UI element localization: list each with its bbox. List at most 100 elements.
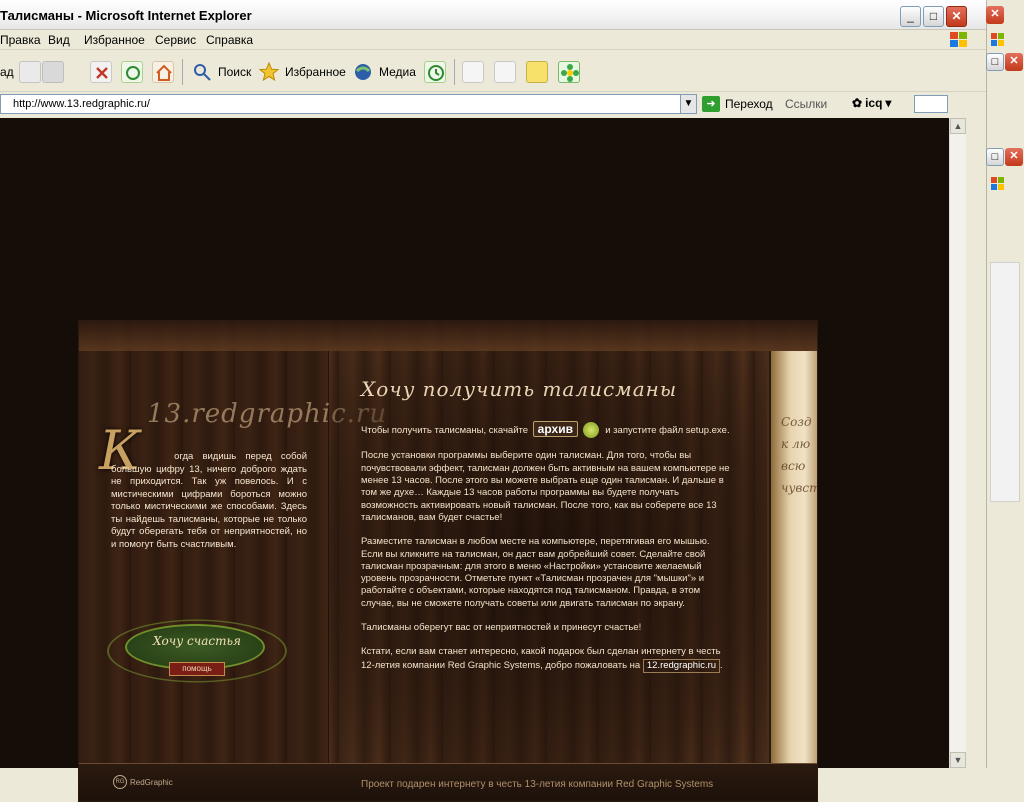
- toolbar: ад Поиск Избранное Медиа: [0, 51, 986, 92]
- address-bar: http://www.13.redgraphic.ru/ ▼ ➜ Переход…: [0, 92, 986, 116]
- intro-paragraph: огда видишь перед собой большую цифру 13…: [111, 451, 308, 550]
- footer-logo-text: RedGraphic: [130, 777, 173, 787]
- gift-paragraph: Кстати, если вам станет интересно, какой…: [361, 646, 731, 673]
- close-button[interactable]: ✕: [946, 6, 967, 27]
- favorites-label: Избранное: [285, 65, 346, 79]
- scroll-up-icon[interactable]: ▲: [950, 118, 966, 134]
- minimize-button[interactable]: _: [900, 6, 921, 27]
- parchment-line: чувст: [781, 481, 818, 495]
- scroll-down-icon[interactable]: ▼: [950, 752, 966, 768]
- go-button[interactable]: ➜ Переход: [702, 96, 773, 112]
- page-title: Хочу получить талисманы: [361, 377, 678, 401]
- footer-logo[interactable]: RG RedGraphic: [113, 775, 173, 789]
- site-footer: RG RedGraphic Проект подарен интернету в…: [79, 764, 817, 801]
- menu-help[interactable]: Справка: [206, 33, 253, 47]
- instructions-paragraph: После установки программы выберите один …: [361, 450, 730, 523]
- parchment-line: к лю: [781, 437, 811, 451]
- search-button[interactable]: Поиск: [191, 59, 251, 85]
- menu-favorites[interactable]: Избранное: [84, 33, 145, 47]
- stop-button[interactable]: [90, 59, 112, 85]
- background-maximize-button[interactable]: □: [986, 148, 1004, 166]
- download-text-before: Чтобы получить талисманы, скачайте: [361, 425, 529, 436]
- intro-text: огда видишь перед собой большую цифру 13…: [111, 451, 307, 551]
- history-icon: [424, 61, 446, 83]
- icq-toolbar-button[interactable]: [558, 59, 580, 85]
- home-button[interactable]: [152, 59, 174, 85]
- background-close-button[interactable]: ✕: [1005, 148, 1023, 166]
- print-button[interactable]: [462, 59, 484, 85]
- forward-arrow-icon: [42, 61, 64, 83]
- back-label: ад: [0, 65, 14, 79]
- icq-flower-icon: [558, 61, 580, 83]
- badge-label: Хочу счастья: [153, 634, 241, 648]
- parchment-line: всю: [781, 459, 806, 473]
- browser-window: Талисманы - Microsoft Internet Explorer …: [0, 0, 986, 802]
- stop-icon: [90, 61, 112, 83]
- address-url[interactable]: http://www.13.redgraphic.ru/: [13, 98, 150, 110]
- download-text-after: и запустите файл setup.exe.: [605, 425, 730, 436]
- menu-tools[interactable]: Сервис: [155, 33, 196, 47]
- blessing-paragraph: Талисманы оберегут вас от неприятностей …: [361, 622, 642, 634]
- favorites-button[interactable]: Избранное: [258, 59, 346, 85]
- media-label: Медиа: [379, 65, 416, 79]
- background-close-button[interactable]: ✕: [1005, 53, 1023, 71]
- footer-tagline: Проект подарен интернету в честь 13-лети…: [361, 779, 714, 790]
- archive-download-link[interactable]: архив: [532, 421, 578, 438]
- parchment-line: Созд: [781, 415, 812, 429]
- main-content: Чтобы получить талисманы, скачайте архив…: [361, 421, 731, 685]
- title-bar: Талисманы - Microsoft Internet Explorer …: [0, 0, 986, 30]
- windows-logo: [940, 30, 980, 50]
- badge-ribbon: помощь: [169, 662, 225, 676]
- media-button[interactable]: Медиа: [352, 59, 416, 85]
- back-arrow-icon: [18, 61, 41, 83]
- menu-view[interactable]: Вид: [48, 33, 70, 47]
- page-viewport: 13.redgraphic.ru К огда видишь перед соб…: [0, 118, 966, 802]
- edit-icon: [494, 61, 516, 83]
- download-paragraph: Чтобы получить талисманы, скачайте архив…: [361, 421, 731, 439]
- toolbar-separator: [454, 59, 455, 85]
- redgraphic-12-link[interactable]: 12.redgraphic.ru: [642, 658, 721, 673]
- background-page-preview: [990, 262, 1020, 502]
- notes-button[interactable]: [526, 59, 548, 85]
- home-icon: [152, 61, 174, 83]
- address-input[interactable]: http://www.13.redgraphic.ru/ ▼: [0, 94, 697, 114]
- icq-input[interactable]: [914, 95, 948, 113]
- note-icon: [526, 61, 548, 83]
- background-close-button[interactable]: ✕: [986, 6, 1004, 24]
- refresh-button[interactable]: [121, 59, 143, 85]
- go-label: Переход: [725, 97, 773, 111]
- links-label[interactable]: Ссылки: [785, 97, 827, 111]
- print-icon: [462, 61, 484, 83]
- window-title: Талисманы - Microsoft Internet Explorer: [0, 8, 252, 23]
- star-icon: [258, 61, 280, 83]
- site-container: 13.redgraphic.ru К огда видишь перед соб…: [78, 320, 818, 802]
- top-band: [79, 321, 817, 351]
- history-button[interactable]: [424, 59, 446, 85]
- media-globe-icon: [352, 61, 374, 83]
- go-arrow-icon: ➜: [702, 96, 720, 112]
- menu-bar: Правка Вид Избранное Сервис Справка: [0, 30, 986, 50]
- maximize-button[interactable]: □: [923, 6, 944, 27]
- toolbar-separator: [182, 59, 183, 85]
- background-windows-logo: [987, 174, 1024, 200]
- background-maximize-button[interactable]: □: [986, 53, 1004, 71]
- icq-button[interactable]: ✿ icq ▾: [852, 96, 891, 110]
- parchment-text: Созд к лю всю чувст: [781, 411, 818, 499]
- vertical-scrollbar[interactable]: ▲ ▼: [949, 118, 966, 768]
- placement-paragraph: Разместите талисман в любом месте на ком…: [361, 536, 710, 609]
- search-icon: [191, 61, 213, 83]
- back-button[interactable]: ад: [0, 59, 41, 85]
- search-label: Поиск: [218, 65, 252, 79]
- gift-text-after: .: [720, 659, 723, 671]
- apple-icon: [582, 422, 599, 439]
- forward-button[interactable]: [42, 59, 64, 85]
- chevron-down-icon: ▾: [885, 96, 892, 110]
- left-panel: 13.redgraphic.ru К огда видишь перед соб…: [79, 351, 386, 801]
- wish-happiness-badge[interactable]: Хочу счастья помощь: [107, 606, 287, 696]
- parchment-scroll: Созд к лю всю чувст: [769, 351, 818, 763]
- background-windows-strip: ✕ □ ✕ □ ✕: [986, 0, 1024, 768]
- edit-button[interactable]: [494, 59, 516, 85]
- menu-edit[interactable]: Правка: [0, 33, 41, 47]
- chevron-down-icon[interactable]: ▼: [680, 95, 696, 113]
- icq-label: icq: [865, 96, 883, 110]
